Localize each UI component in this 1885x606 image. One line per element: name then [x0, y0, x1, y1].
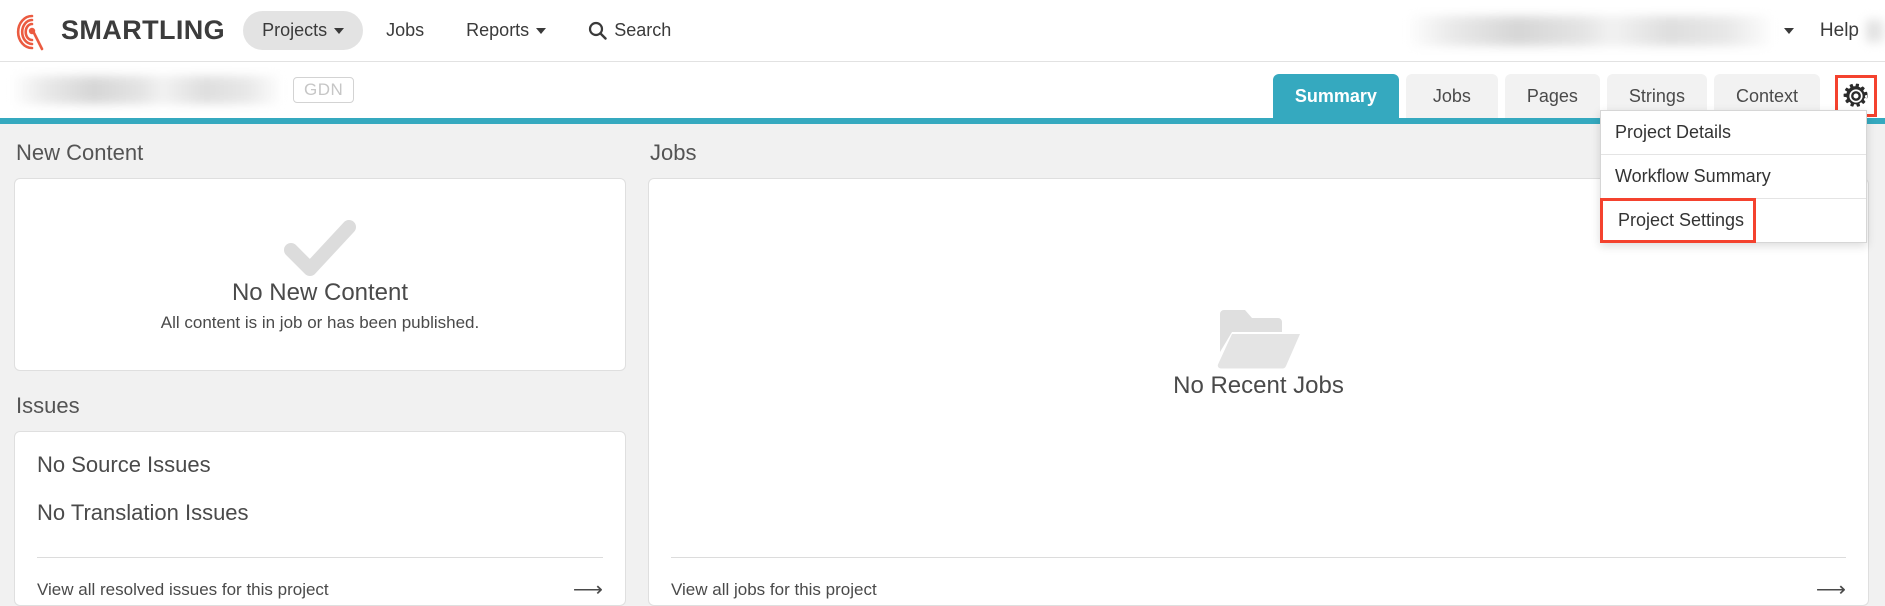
- arrow-right-icon[interactable]: ⟶: [1816, 579, 1846, 600]
- brand-name: SMARTLING: [61, 15, 226, 45]
- tab-summary-label: Summary: [1294, 85, 1377, 106]
- tab-summary[interactable]: Summary: [1272, 74, 1399, 118]
- top-navigation-bar: SMARTLING Projects Jobs Reports Search H…: [0, 0, 1885, 62]
- tab-jobs-label: Jobs: [1432, 85, 1471, 106]
- view-all-resolved-issues-link[interactable]: View all resolved issues for this projec…: [37, 580, 329, 600]
- open-folder-icon: [1217, 310, 1300, 369]
- new-content-card: No New Content All content is in job or …: [14, 178, 626, 371]
- brand-logo[interactable]: SMARTLING: [12, 11, 225, 51]
- arrow-right-icon[interactable]: ⟶: [573, 579, 603, 600]
- menu-item-workflow-summary-label: Workflow Summary: [1615, 166, 1771, 186]
- help-trailing-redacted: [1865, 19, 1885, 42]
- account-name-redacted[interactable]: [1409, 15, 1770, 46]
- gdn-badge: GDN: [293, 77, 355, 103]
- issues-heading: Issues: [16, 393, 80, 418]
- top-nav-links: Projects Jobs Reports Search: [243, 11, 690, 50]
- smartling-fingerprint-logo-icon: [16, 14, 44, 50]
- tab-strings-label: Strings: [1628, 85, 1685, 106]
- nav-item-reports-label: Reports: [466, 20, 530, 40]
- project-name-redacted: [14, 76, 279, 104]
- nav-item-search-label: Search: [614, 20, 672, 40]
- top-nav-right-group: Help: [1409, 0, 1885, 61]
- account-chevron-down-icon[interactable]: [1783, 27, 1794, 34]
- issues-card-footer: View all resolved issues for this projec…: [37, 557, 603, 605]
- gear-icon: [1843, 83, 1869, 107]
- nav-item-jobs-label: Jobs: [386, 20, 425, 40]
- help-link[interactable]: Help: [1820, 20, 1859, 42]
- issue-line-source: No Source Issues: [37, 452, 211, 477]
- menu-item-workflow-summary[interactable]: Workflow Summary: [1601, 155, 1866, 199]
- issue-line-translation: No Translation Issues: [37, 500, 249, 525]
- search-icon: [588, 21, 607, 40]
- tab-pages[interactable]: Pages: [1504, 74, 1600, 118]
- tab-context-label: Context: [1735, 85, 1798, 106]
- left-column: New Content No New Content All content i…: [0, 124, 640, 606]
- view-all-jobs-link[interactable]: View all jobs for this project: [671, 580, 877, 600]
- jobs-card-footer: View all jobs for this project ⟶: [671, 557, 1846, 605]
- tab-pages-label: Pages: [1526, 85, 1578, 106]
- chevron-down-icon: [536, 27, 547, 34]
- menu-item-project-settings[interactable]: Project Settings: [1600, 198, 1756, 243]
- issues-card: No Source Issues No Translation Issues V…: [14, 431, 626, 606]
- nav-item-reports[interactable]: Reports: [447, 11, 565, 50]
- nav-item-projects-label: Projects: [262, 20, 328, 40]
- nav-item-search[interactable]: Search: [569, 11, 690, 50]
- checkmark-icon: [284, 219, 356, 276]
- tab-jobs[interactable]: Jobs: [1405, 74, 1498, 118]
- chevron-down-icon: [334, 27, 345, 34]
- project-settings-dropdown-menu: Project Details Workflow Summary Project…: [1600, 110, 1867, 243]
- menu-item-project-settings-label: Project Settings: [1618, 210, 1745, 230]
- new-content-empty-title: No New Content: [231, 278, 409, 306]
- menu-item-project-details-label: Project Details: [1615, 122, 1732, 142]
- nav-item-projects[interactable]: Projects: [243, 11, 364, 50]
- jobs-empty-title: No Recent Jobs: [1173, 372, 1344, 399]
- new-content-empty-subtitle: All content is in job or has been publis…: [160, 312, 480, 332]
- menu-item-project-details[interactable]: Project Details: [1601, 111, 1866, 155]
- nav-item-jobs[interactable]: Jobs: [367, 11, 443, 50]
- new-content-heading: New Content: [16, 140, 144, 165]
